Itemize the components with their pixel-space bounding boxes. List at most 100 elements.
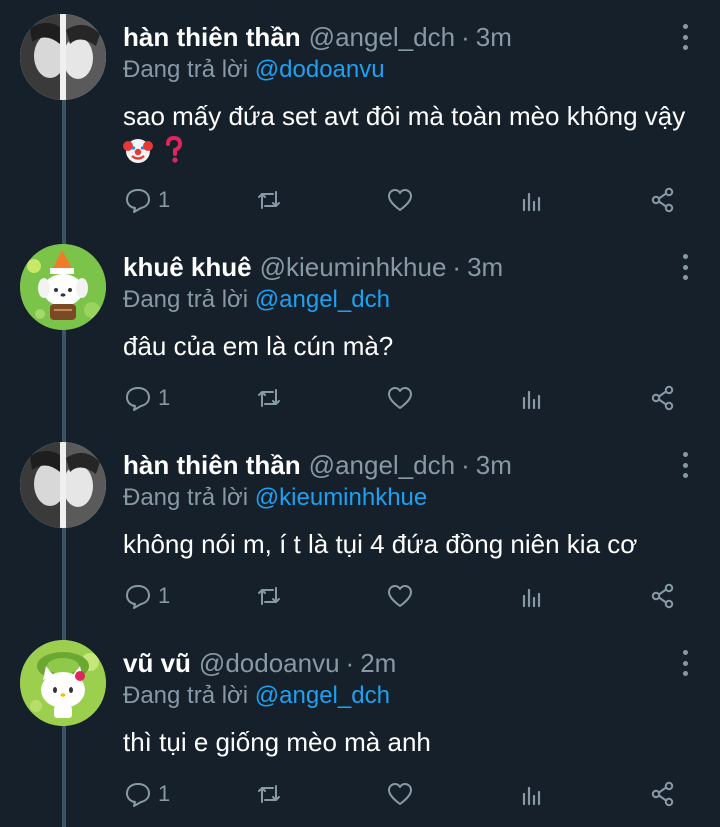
separator-dot: · — [461, 22, 470, 52]
comment-icon — [126, 387, 150, 411]
more-vertical-icon[interactable] — [680, 650, 690, 676]
mention-link[interactable]: @angel_dch — [255, 286, 390, 313]
red-question-mark-icon — [164, 135, 184, 174]
views-button[interactable] — [518, 581, 546, 611]
retweet-icon — [258, 785, 280, 803]
heart-icon — [388, 189, 412, 211]
heart-icon — [388, 585, 412, 607]
share-icon — [651, 781, 674, 807]
tweet-text: sao mấy đứa set avt đôi mà toàn mèo khôn… — [123, 98, 703, 174]
share-button[interactable] — [649, 383, 677, 413]
more-vertical-icon[interactable] — [680, 452, 690, 478]
timestamp[interactable]: 2m — [360, 646, 396, 680]
retweet-button[interactable] — [255, 779, 283, 809]
reply-count: 1 — [158, 583, 171, 608]
timestamp[interactable]: 3m — [476, 448, 512, 482]
display-name[interactable]: hàn thiên thần — [123, 20, 301, 54]
comment-icon — [126, 783, 150, 807]
analytics-icon — [522, 192, 541, 212]
retweet-icon — [258, 191, 280, 209]
reply-count: 1 — [158, 187, 171, 212]
tweet-actions: 1 — [124, 185, 684, 215]
share-icon — [651, 583, 674, 609]
tweet-text-content: sao mấy đứa set avt đôi mà toàn mèo khôn… — [123, 101, 686, 131]
tweet-text: đâu của em là cún mà? — [123, 328, 703, 364]
mention-link[interactable]: @angel_dch — [255, 682, 390, 709]
avatar[interactable] — [20, 244, 106, 330]
replying-to: Đang trả lời @kieuminhkhue — [123, 482, 427, 514]
tweet-actions: 1 — [124, 779, 684, 809]
separator-dot: · — [452, 252, 462, 282]
cartoon-cat-avatar-icon — [20, 640, 106, 726]
comment-icon — [126, 189, 150, 213]
views-button[interactable] — [518, 185, 546, 215]
avatar[interactable] — [20, 14, 106, 100]
tweet[interactable]: vũ vũ @dodoanvu · 2m Đang trả lời @angel… — [0, 626, 720, 824]
user-handle[interactable]: @kieuminhkhue — [260, 250, 447, 284]
user-handle[interactable]: @angel_dch — [309, 448, 455, 482]
more-vertical-icon[interactable] — [680, 254, 690, 280]
analytics-icon — [522, 588, 541, 608]
avatar[interactable] — [20, 442, 106, 528]
like-button[interactable] — [386, 185, 414, 215]
replying-to-label: Đang trả lời — [123, 682, 249, 709]
tweet-header: hàn thiên thần @angel_dch · 3m — [123, 448, 512, 482]
reply-count: 1 — [158, 385, 171, 410]
retweet-button[interactable] — [255, 383, 283, 413]
avatar-photo-icon — [20, 14, 106, 100]
retweet-icon — [258, 389, 280, 407]
like-button[interactable] — [386, 779, 414, 809]
reply-button[interactable]: 1 — [124, 185, 170, 215]
tweet-text: thì tụi e giống mèo mà anh — [123, 724, 703, 760]
tweet-header: khuê khuê @kieuminhkhue · 3m — [123, 250, 503, 284]
replying-to-label: Đang trả lời — [123, 286, 249, 313]
views-button[interactable] — [518, 383, 546, 413]
cartoon-dog-avatar-icon — [20, 244, 106, 330]
replying-to: Đang trả lời @angel_dch — [123, 680, 390, 712]
tweet[interactable]: khuê khuê @kieuminhkhue · 3m Đang trả lờ… — [0, 230, 720, 428]
timestamp[interactable]: 3m — [467, 250, 503, 284]
heart-icon — [388, 783, 412, 805]
timestamp[interactable]: 3m — [476, 20, 512, 54]
tweet-text: không nói m, í t là tụi 4 đứa đồng niên … — [123, 526, 703, 562]
like-button[interactable] — [386, 383, 414, 413]
heart-icon — [388, 387, 412, 409]
separator-dot: · — [345, 648, 355, 678]
mention-link[interactable]: @kieuminhkhue — [255, 484, 427, 511]
user-handle[interactable]: @angel_dch — [309, 20, 455, 54]
retweet-button[interactable] — [255, 581, 283, 611]
like-button[interactable] — [386, 581, 414, 611]
reply-button[interactable]: 1 — [124, 779, 170, 809]
reply-button[interactable]: 1 — [124, 581, 170, 611]
reply-thread: hàn thiên thần @angel_dch · 3m Đang trả … — [0, 0, 720, 827]
replying-to-label: Đang trả lời — [123, 56, 249, 83]
tweet-text-content: không nói m, í t là tụi 4 đứa đồng niên … — [123, 529, 638, 559]
replying-to-label: Đang trả lời — [123, 484, 249, 511]
tweet-header: vũ vũ @dodoanvu · 2m — [123, 646, 396, 680]
share-button[interactable] — [649, 581, 677, 611]
avatar[interactable] — [20, 640, 106, 726]
views-button[interactable] — [518, 779, 546, 809]
share-button[interactable] — [649, 185, 677, 215]
replying-to: Đang trả lời @dodoanvu — [123, 54, 385, 86]
more-vertical-icon[interactable] — [680, 24, 690, 50]
analytics-icon — [522, 786, 541, 806]
tweet-actions: 1 — [124, 581, 684, 611]
clown-face-icon — [123, 135, 153, 174]
tweet[interactable]: hàn thiên thần @angel_dch · 3m Đang trả … — [0, 428, 720, 626]
reply-button[interactable]: 1 — [124, 383, 170, 413]
comment-icon — [126, 585, 150, 609]
user-handle[interactable]: @dodoanvu — [199, 646, 340, 680]
share-icon — [651, 187, 674, 213]
tweet[interactable]: hàn thiên thần @angel_dch · 3m Đang trả … — [0, 0, 720, 213]
replying-to: Đang trả lời @angel_dch — [123, 284, 390, 316]
display-name[interactable]: khuê khuê — [123, 250, 252, 284]
display-name[interactable]: hàn thiên thần — [123, 448, 301, 482]
mention-link[interactable]: @dodoanvu — [255, 56, 385, 83]
retweet-icon — [258, 587, 280, 605]
analytics-icon — [522, 390, 541, 410]
tweet-header: hàn thiên thần @angel_dch · 3m — [123, 20, 512, 54]
display-name[interactable]: vũ vũ — [123, 646, 191, 680]
share-button[interactable] — [649, 779, 677, 809]
retweet-button[interactable] — [255, 185, 283, 215]
